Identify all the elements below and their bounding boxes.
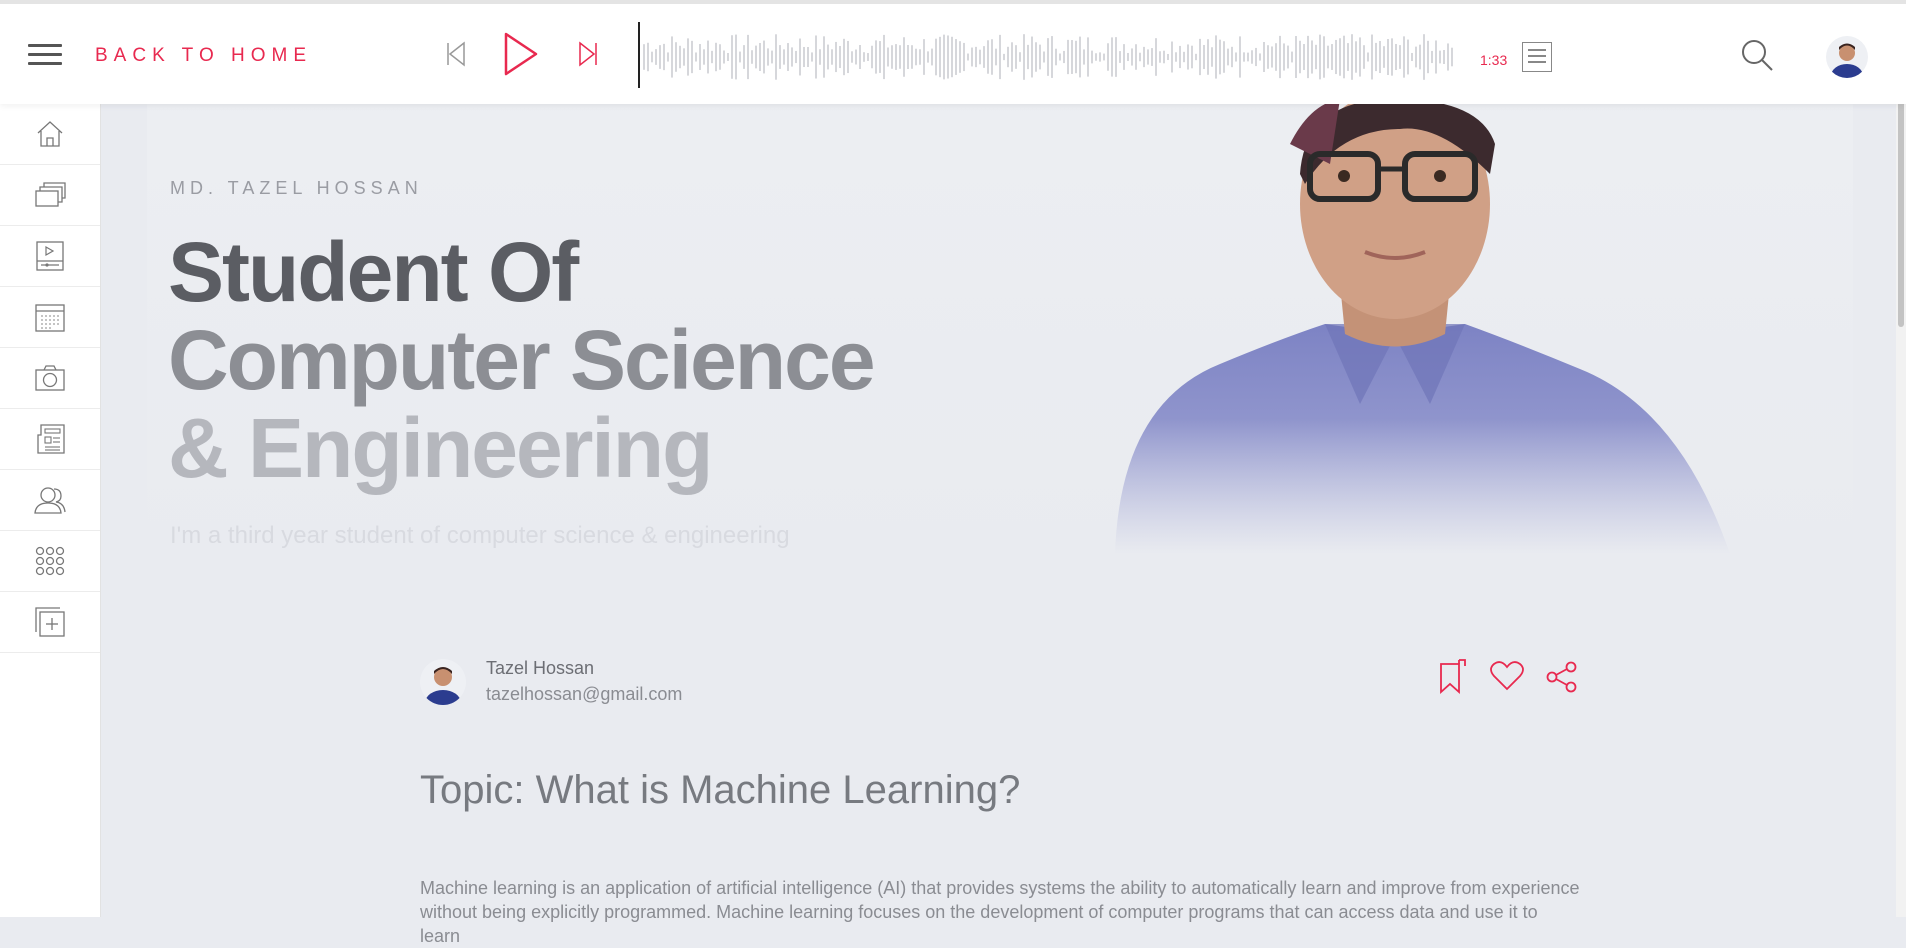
previous-track-icon[interactable] xyxy=(446,41,466,67)
sidebar-item-calendar[interactable] xyxy=(0,287,100,348)
newspaper-icon xyxy=(37,424,65,454)
hero-name: MD. TAZEL HOSSAN xyxy=(170,178,423,198)
post-body: Machine learning is an application of ar… xyxy=(420,878,1580,946)
hero-title: Student Of Computer Science & Engineerin… xyxy=(168,225,876,495)
next-track-icon[interactable] xyxy=(578,41,598,67)
home-icon xyxy=(37,121,63,147)
post-topic: Topic: What is Machine Learning? xyxy=(420,768,1021,812)
playlist-icon[interactable] xyxy=(1522,42,1552,72)
top-bar: BACK TO HOME 1:33 xyxy=(0,0,1906,104)
menu-icon[interactable] xyxy=(28,44,62,68)
sidebar-item-video[interactable] xyxy=(0,226,100,287)
scrollbar[interactable] xyxy=(1896,4,1906,917)
apps-grid-icon xyxy=(35,546,65,576)
gallery-icon xyxy=(35,182,66,207)
share-icon[interactable] xyxy=(1546,661,1578,693)
sidebar xyxy=(0,104,101,917)
users-icon xyxy=(34,487,66,514)
sidebar-item-apps[interactable] xyxy=(0,531,100,592)
author-name: Tazel Hossan xyxy=(486,658,595,678)
author-email[interactable]: tazelhossan@gmail.com xyxy=(486,684,682,705)
sidebar-item-home[interactable] xyxy=(0,104,100,165)
video-player-icon xyxy=(36,241,64,271)
author-avatar[interactable] xyxy=(420,659,466,705)
sidebar-item-camera[interactable] xyxy=(0,348,100,409)
add-page-icon xyxy=(35,607,65,637)
sidebar-item-users[interactable] xyxy=(0,470,100,531)
hero-title-line2: Computer Science xyxy=(168,313,876,407)
sidebar-item-news[interactable] xyxy=(0,409,100,470)
bookmark-icon[interactable] xyxy=(1439,658,1467,694)
play-icon[interactable] xyxy=(503,31,539,77)
hero-subtitle: I'm a third year student of computer sci… xyxy=(170,522,790,549)
profile-photo xyxy=(1110,104,1735,554)
audio-waveform[interactable] xyxy=(638,24,1458,90)
sidebar-item-add[interactable] xyxy=(0,592,100,653)
camera-icon xyxy=(35,365,65,391)
heart-icon[interactable] xyxy=(1490,661,1524,691)
hero-title-line3: & Engineering xyxy=(168,401,713,495)
calendar-icon xyxy=(35,304,65,332)
back-to-home-link[interactable]: BACK TO HOME xyxy=(95,45,312,67)
search-icon[interactable] xyxy=(1740,38,1774,72)
user-avatar[interactable] xyxy=(1826,36,1868,78)
track-time: 1:33 xyxy=(1480,52,1508,68)
hero-title-line1: Student Of xyxy=(168,225,579,319)
sidebar-item-gallery[interactable] xyxy=(0,165,100,226)
